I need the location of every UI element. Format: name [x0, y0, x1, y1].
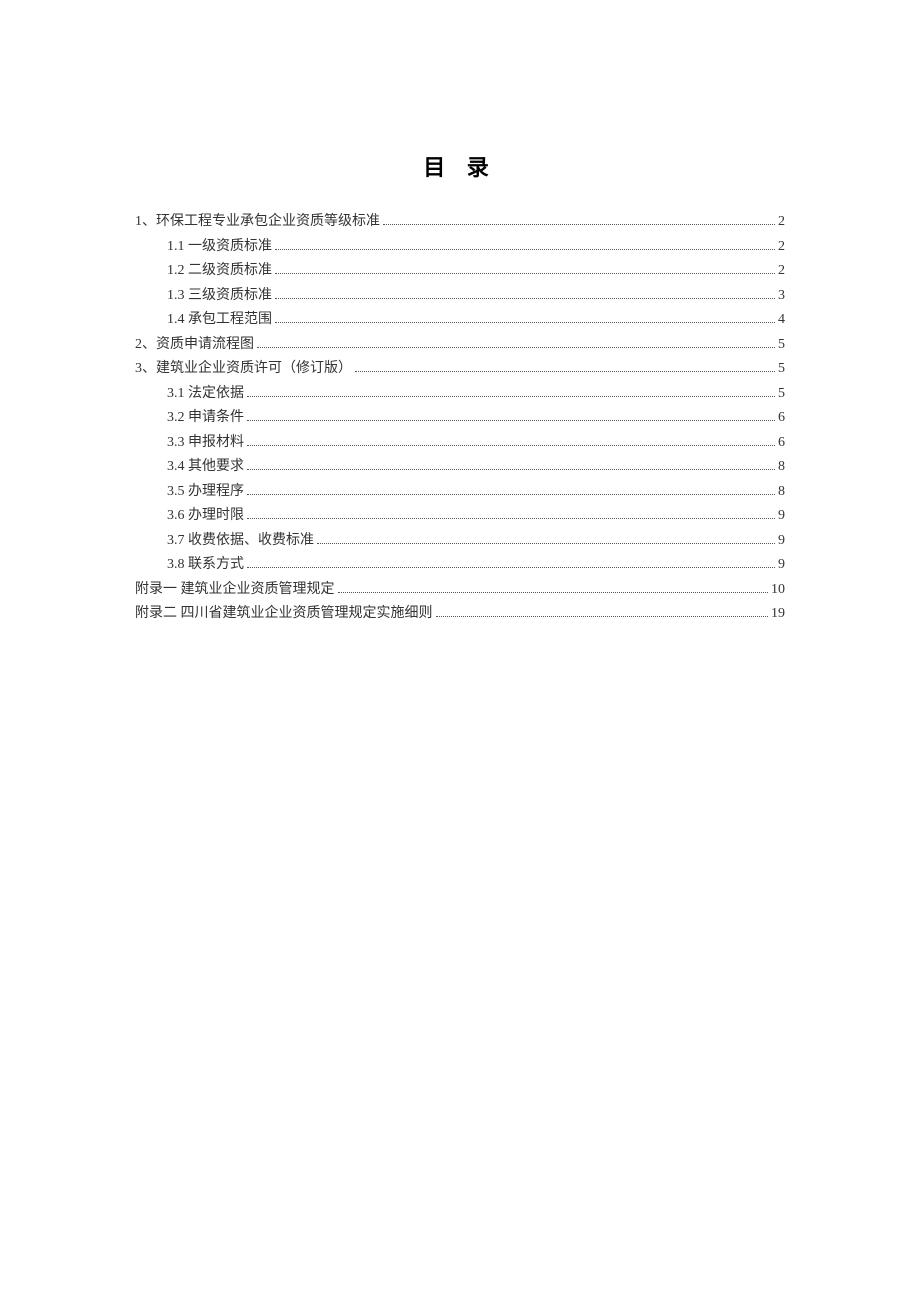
toc-leader-dots	[338, 592, 769, 593]
toc-entry-page: 2	[778, 235, 785, 260]
toc-entry[interactable]: 3、建筑业企业资质许可（修订版） 5	[135, 357, 785, 382]
toc-entry-label: 附录一 建筑业企业资质管理规定	[135, 578, 335, 603]
toc-entry[interactable]: 附录二 四川省建筑业企业资质管理规定实施细则 19	[135, 602, 785, 627]
toc-leader-dots	[247, 396, 775, 397]
toc-leader-dots	[247, 420, 775, 421]
toc-entry-label: 3.7 收费依据、收费标准	[167, 529, 314, 554]
toc-leader-dots	[275, 298, 775, 299]
toc-entry[interactable]: 附录一 建筑业企业资质管理规定 10	[135, 578, 785, 603]
toc-entry[interactable]: 1.4 承包工程范围 4	[135, 308, 785, 333]
toc-entry-label: 3.4 其他要求	[167, 455, 244, 480]
toc-entry-page: 8	[778, 480, 785, 505]
toc-entry[interactable]: 3.7 收费依据、收费标准 9	[135, 529, 785, 554]
toc-entry-page: 4	[778, 308, 785, 333]
toc-entry[interactable]: 2、资质申请流程图 5	[135, 333, 785, 358]
toc-entry[interactable]: 3.2 申请条件 6	[135, 406, 785, 431]
toc-entry-label: 1.2 二级资质标准	[167, 259, 272, 284]
toc-entry-page: 19	[771, 602, 785, 627]
toc-leader-dots	[247, 518, 775, 519]
toc-entry-label: 3.6 办理时限	[167, 504, 244, 529]
toc-entry[interactable]: 3.1 法定依据 5	[135, 382, 785, 407]
toc-leader-dots	[383, 224, 775, 225]
toc-entry-label: 3.3 申报材料	[167, 431, 244, 456]
toc-entry-label: 2、资质申请流程图	[135, 333, 254, 358]
toc-entry-page: 9	[778, 529, 785, 554]
toc-leader-dots	[247, 445, 775, 446]
toc-leader-dots	[275, 249, 775, 250]
toc-entry[interactable]: 3.6 办理时限 9	[135, 504, 785, 529]
toc-entry-label: 1.1 一级资质标准	[167, 235, 272, 260]
toc-entry-page: 5	[778, 333, 785, 358]
toc-entry-page: 2	[778, 210, 785, 235]
toc-entry-page: 2	[778, 259, 785, 284]
toc-leader-dots	[247, 469, 775, 470]
toc-leader-dots	[436, 616, 769, 617]
toc-entry-label: 3.1 法定依据	[167, 382, 244, 407]
toc-list: 1、环保工程专业承包企业资质等级标准21.1 一级资质标准21.2 二级资质标准…	[135, 210, 785, 627]
toc-entry-label: 3.8 联系方式	[167, 553, 244, 578]
toc-entry-page: 9	[778, 553, 785, 578]
toc-entry[interactable]: 3.3 申报材料 6	[135, 431, 785, 456]
toc-entry-label: 1、环保工程专业承包企业资质等级标准	[135, 210, 380, 235]
toc-entry-page: 10	[771, 578, 785, 603]
toc-entry-page: 8	[778, 455, 785, 480]
toc-leader-dots	[275, 322, 775, 323]
toc-entry-page: 9	[778, 504, 785, 529]
toc-entry-label: 3、建筑业企业资质许可（修订版）	[135, 357, 352, 382]
toc-entry[interactable]: 3.4 其他要求 8	[135, 455, 785, 480]
toc-entry[interactable]: 1、环保工程专业承包企业资质等级标准 2	[135, 210, 785, 235]
toc-leader-dots	[317, 543, 775, 544]
toc-entry-page: 3	[778, 284, 785, 309]
toc-entry-page: 6	[778, 431, 785, 456]
toc-entry[interactable]: 3.8 联系方式 9	[135, 553, 785, 578]
toc-entry-page: 5	[778, 382, 785, 407]
toc-entry[interactable]: 1.1 一级资质标准 2	[135, 235, 785, 260]
toc-leader-dots	[257, 347, 775, 348]
toc-entry-page: 6	[778, 406, 785, 431]
toc-entry-label: 3.2 申请条件	[167, 406, 244, 431]
toc-leader-dots	[247, 567, 775, 568]
toc-entry-label: 1.3 三级资质标准	[167, 284, 272, 309]
toc-entry-label: 3.5 办理程序	[167, 480, 244, 505]
toc-leader-dots	[355, 371, 775, 372]
toc-entry[interactable]: 1.3 三级资质标准 3	[135, 284, 785, 309]
toc-entry[interactable]: 3.5 办理程序 8	[135, 480, 785, 505]
toc-entry-page: 5	[778, 357, 785, 382]
toc-entry[interactable]: 1.2 二级资质标准 2	[135, 259, 785, 284]
toc-entry-label: 1.4 承包工程范围	[167, 308, 272, 333]
toc-leader-dots	[247, 494, 775, 495]
toc-title: 目 录	[135, 150, 785, 182]
toc-leader-dots	[275, 273, 775, 274]
toc-entry-label: 附录二 四川省建筑业企业资质管理规定实施细则	[135, 602, 433, 627]
